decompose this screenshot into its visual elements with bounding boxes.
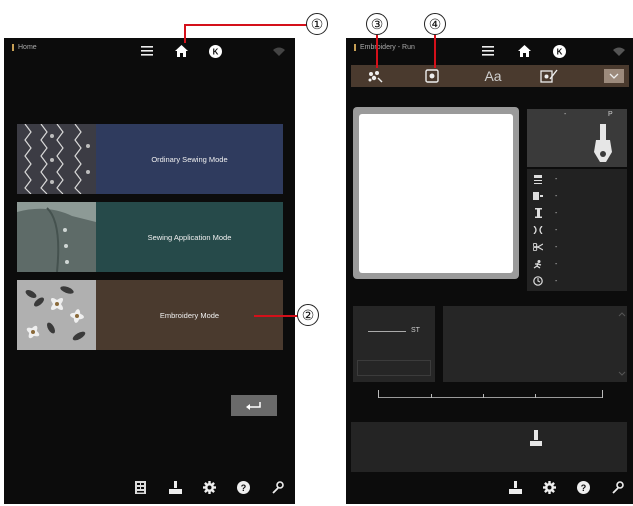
slider-tick	[602, 390, 603, 398]
embroidery-frame-icon	[425, 69, 439, 83]
menu-icon[interactable]	[140, 44, 154, 58]
clock-icon	[527, 274, 549, 288]
slider-tick	[378, 390, 379, 398]
embroidery-mode-button[interactable]: Embroidery Mode	[17, 280, 283, 350]
presser-foot-lift-icon[interactable]	[530, 430, 542, 446]
help-icon[interactable]: ?	[575, 479, 591, 495]
embroidery-foot-icon	[590, 124, 616, 164]
color-list-panel[interactable]	[443, 306, 627, 382]
menu-icon[interactable]	[481, 44, 495, 58]
callout-3-line	[376, 35, 378, 68]
callout-2: ②	[297, 304, 319, 326]
info-value: -	[555, 175, 558, 183]
info-value: -	[555, 226, 558, 234]
info-value: -	[555, 209, 558, 217]
svg-text:K: K	[212, 47, 218, 56]
callout-2-line	[254, 315, 298, 317]
settings-icon[interactable]	[541, 479, 557, 495]
callout-1-line	[184, 24, 186, 43]
slider-tick	[431, 394, 432, 398]
control-bar	[351, 422, 627, 472]
info-row: -	[527, 206, 628, 220]
dropdown-icon	[609, 73, 619, 79]
ordinary-sewing-mode-label: Ordinary Sewing Mode	[151, 154, 228, 164]
settings-icon[interactable]	[201, 479, 217, 495]
presser-foot-icon[interactable]	[507, 479, 523, 495]
info-value: -	[555, 243, 558, 251]
home-icon[interactable]	[173, 43, 189, 59]
slider-tick	[535, 394, 536, 398]
stitch-count-icon	[527, 172, 549, 186]
callout-3: ③	[366, 13, 388, 35]
pattern-edit-icon	[367, 70, 383, 83]
home-icon[interactable]	[516, 43, 532, 59]
info-row: -	[527, 240, 628, 254]
tab-embroidery-frame[interactable]	[417, 65, 447, 87]
tab-text[interactable]: Aa	[476, 65, 510, 87]
help-icon[interactable]: ?	[235, 479, 251, 495]
info-row: -	[527, 189, 628, 203]
thread-cut-icon	[527, 240, 549, 254]
embroidery-canvas[interactable]	[359, 114, 513, 273]
return-icon	[246, 401, 262, 411]
screen-title: Embroidery - Run	[354, 44, 415, 51]
embroidery-run-screen: Embroidery - Run K Aa - P - - - - - - - …	[346, 38, 633, 504]
home-top-bar: Home K	[4, 38, 295, 66]
return-button[interactable]	[231, 395, 277, 416]
time-remaining-icon	[527, 189, 549, 203]
info-row: -	[527, 172, 628, 186]
callout-4-line	[434, 35, 436, 68]
height-icon	[527, 206, 549, 220]
scroll-down-icon[interactable]	[618, 371, 626, 376]
callout-4: ④	[424, 13, 446, 35]
progress-slider[interactable]	[378, 397, 602, 398]
ordinary-sewing-mode-button[interactable]: Ordinary Sewing Mode	[17, 124, 283, 194]
info-row: -	[527, 274, 628, 288]
frame-move-icon	[540, 69, 558, 83]
wrench-icon[interactable]	[609, 479, 625, 495]
embroidery-top-bar: Embroidery - Run K	[346, 38, 633, 66]
callout-1-line	[184, 24, 309, 26]
info-header-left: -	[564, 111, 567, 118]
screen-title: Home	[12, 44, 37, 51]
callout-1: ①	[306, 13, 328, 35]
sewing-application-thumbnail	[17, 202, 96, 272]
sewing-application-mode-button[interactable]: Sewing Application Mode	[17, 202, 283, 272]
stitch-label: ST	[411, 327, 420, 334]
home-screen: Home K Ordinary Sewing Mode Sewing Appli…	[4, 38, 295, 504]
info-row: -	[527, 257, 628, 271]
info-header-right: P	[608, 111, 613, 118]
tab-frame-move[interactable]	[534, 65, 564, 87]
embroidery-thumbnail	[17, 280, 96, 350]
speed-icon	[527, 257, 549, 271]
slider-tick	[483, 394, 484, 398]
info-value: -	[555, 277, 558, 285]
machine-mode-icon[interactable]: K	[551, 43, 567, 59]
machine-mode-icon[interactable]: K	[207, 43, 223, 59]
wifi-icon	[272, 44, 286, 58]
sewing-application-mode-label: Sewing Application Mode	[147, 232, 232, 242]
dropdown-button[interactable]	[604, 69, 624, 83]
scroll-up-icon[interactable]	[618, 312, 626, 317]
info-value: -	[555, 260, 558, 268]
wifi-icon	[612, 44, 626, 58]
wrench-icon[interactable]	[269, 479, 285, 495]
presser-foot-icon[interactable]	[167, 479, 183, 495]
stitch-controls[interactable]	[357, 360, 431, 376]
info-value: -	[555, 192, 558, 200]
ordinary-sewing-thumbnail	[17, 124, 96, 194]
stitch-line	[368, 331, 406, 332]
width-icon	[527, 223, 549, 237]
tab-pattern-edit[interactable]	[360, 65, 390, 87]
svg-text:?: ?	[580, 483, 586, 493]
svg-text:?: ?	[240, 483, 246, 493]
info-row: -	[527, 223, 628, 237]
svg-text:K: K	[556, 47, 562, 56]
pattern-icon[interactable]	[132, 479, 148, 495]
